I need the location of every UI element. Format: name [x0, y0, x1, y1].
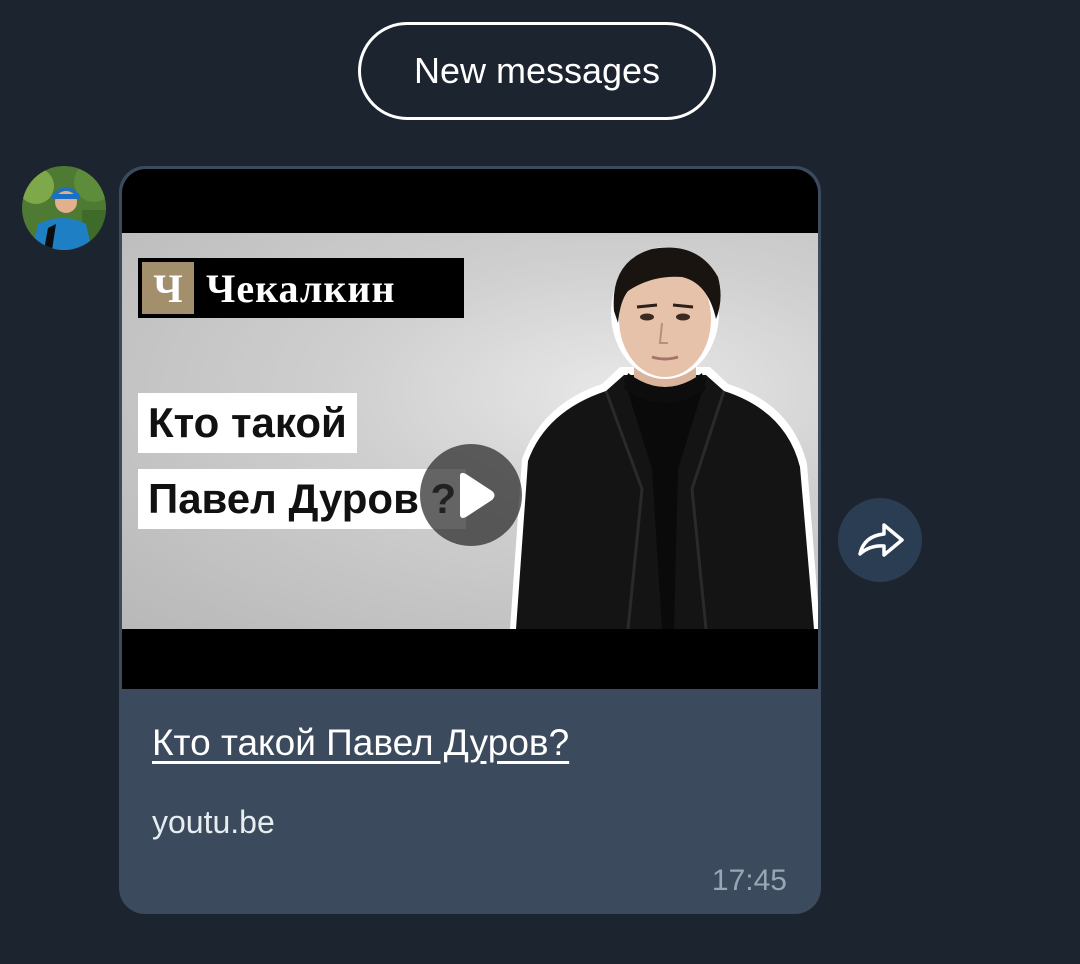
message-time: 17:45: [711, 864, 787, 897]
avatar-image: [22, 166, 106, 250]
new-messages-label: New messages: [413, 50, 661, 91]
brand-logo-letter: Ч: [142, 262, 194, 314]
video-preview[interactable]: Ч Чекалкин Кто такой Павел Дуров ?: [122, 169, 818, 689]
brand-name: Чекалкин: [206, 265, 396, 311]
play-icon: [460, 472, 495, 518]
link-domain: youtu.be: [152, 804, 275, 840]
avatar[interactable]: [22, 166, 106, 250]
channel-brand: Ч Чекалкин: [138, 258, 464, 318]
play-button[interactable]: [420, 444, 522, 546]
new-messages-button[interactable]: New messages: [358, 22, 716, 120]
share-icon: [858, 523, 904, 557]
thumbnail-caption-line1: Кто такой: [138, 393, 357, 453]
thumbnail-caption-line2: Павел Дуров ?: [138, 469, 467, 529]
link-title[interactable]: Кто такой Павел Дуров?: [152, 722, 569, 764]
video-thumbnail: Ч Чекалкин Кто такой Павел Дуров ?: [122, 233, 818, 629]
person-image: [510, 247, 818, 629]
share-button[interactable]: [838, 498, 922, 582]
message-bubble[interactable]: Ч Чекалкин Кто такой Павел Дуров ? Кто т…: [119, 166, 821, 914]
